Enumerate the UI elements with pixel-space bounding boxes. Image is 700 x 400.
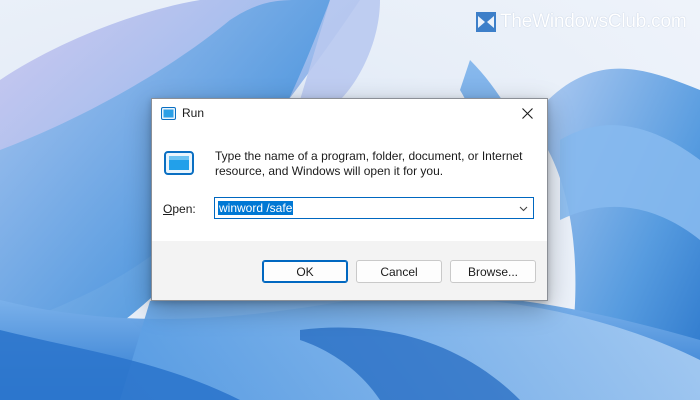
- open-label: Open:: [163, 202, 196, 216]
- chevron-down-icon[interactable]: [519, 204, 528, 213]
- run-icon: [161, 107, 176, 120]
- ok-button[interactable]: OK: [262, 260, 348, 283]
- dialog-description: Type the name of a program, folder, docu…: [215, 149, 523, 178]
- close-icon: [521, 107, 533, 119]
- open-label-mnemonic: O: [163, 202, 173, 216]
- windows-club-logo-icon: [476, 12, 496, 32]
- open-combobox[interactable]: winword /safe: [214, 197, 534, 219]
- dialog-content: Type the name of a program, folder, docu…: [152, 129, 547, 241]
- browse-button[interactable]: Browse...: [450, 260, 536, 283]
- close-button[interactable]: [507, 99, 547, 127]
- watermark: TheWindowsClub.com: [476, 10, 687, 34]
- run-dialog: Run Type the name of a program, folder, …: [151, 98, 548, 301]
- open-label-text: pen:: [172, 202, 196, 216]
- title-bar[interactable]: Run: [152, 99, 547, 129]
- desktop: TheWindowsClub.com Run Type the name of …: [0, 0, 700, 400]
- run-program-icon: [164, 151, 194, 175]
- cancel-button[interactable]: Cancel: [356, 260, 442, 283]
- open-input-value[interactable]: winword /safe: [218, 201, 294, 215]
- watermark-text: TheWindowsClub.com: [500, 11, 687, 32]
- dialog-title: Run: [182, 106, 205, 120]
